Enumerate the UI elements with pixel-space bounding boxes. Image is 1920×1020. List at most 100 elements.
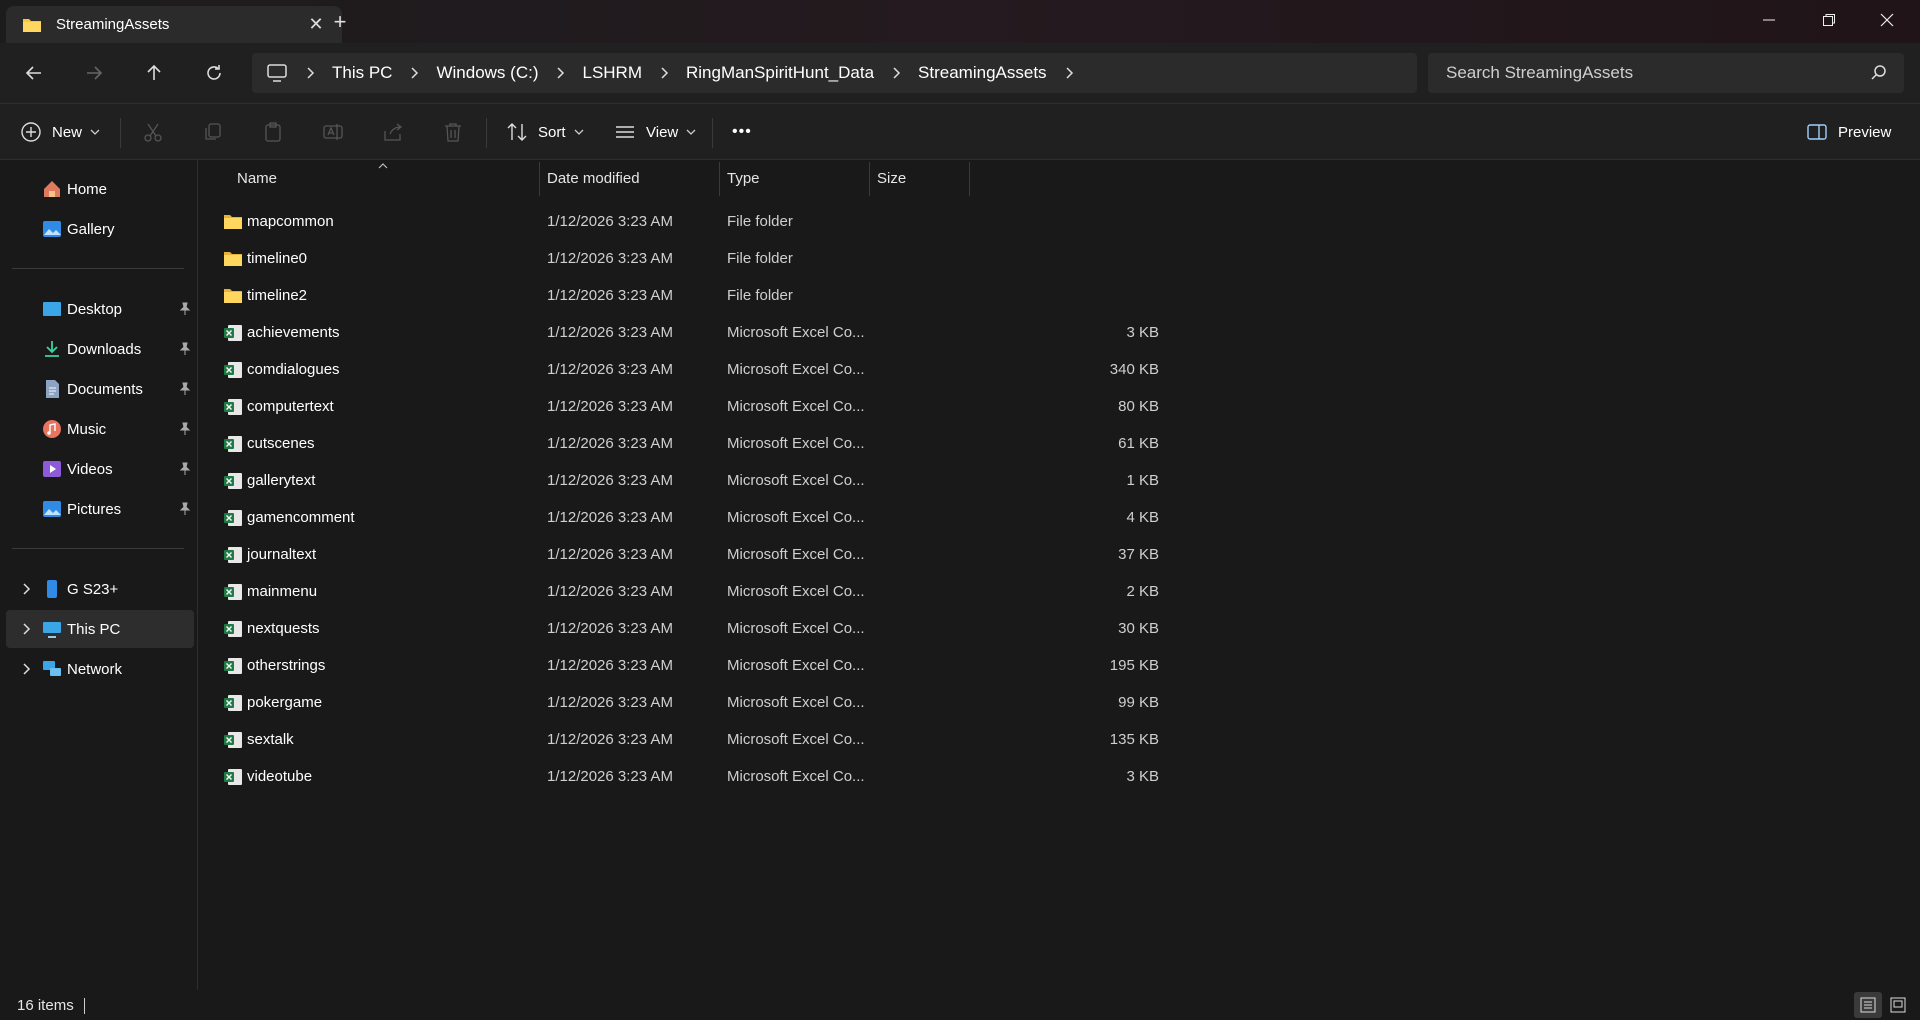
cut-button[interactable] — [142, 114, 164, 150]
divider — [12, 268, 184, 269]
more-options-button[interactable]: ••• — [732, 114, 752, 150]
file-size: 135 KB — [1109, 731, 1159, 748]
tab-streamingassets[interactable]: StreamingAssets ✕ — [6, 6, 342, 43]
file-name: cutscenes — [247, 435, 315, 452]
chevron-right-icon[interactable] — [20, 663, 32, 675]
sidebar-label: Music — [67, 420, 107, 438]
restore-button[interactable] — [1800, 0, 1858, 40]
item-count: 16 items — [17, 997, 74, 1014]
table-row[interactable]: cutscenes 1/12/2026 3:23 AM Microsoft Exce… — [219, 425, 1169, 462]
breadcrumb-this-pc[interactable]: This PC — [332, 63, 392, 83]
chevron-right-icon[interactable] — [1061, 65, 1077, 81]
file-type: Microsoft Excel Co... — [727, 694, 865, 711]
chevron-right-icon[interactable] — [20, 583, 32, 595]
tab-title: StreamingAssets — [56, 16, 170, 33]
pin-icon[interactable] — [178, 502, 192, 516]
file-date: 1/12/2026 3:23 AM — [547, 472, 673, 489]
forward-button[interactable] — [76, 55, 112, 91]
excel-file-icon — [224, 657, 242, 674]
column-header-type[interactable]: Type — [727, 160, 760, 196]
table-row[interactable]: videotube 1/12/2026 3:23 AM Microsoft Exce… — [219, 758, 1169, 795]
table-row[interactable]: sextalk 1/12/2026 3:23 AM Microsoft Excel … — [219, 721, 1169, 758]
sidebar-item-pictures[interactable]: Pictures — [6, 490, 194, 528]
table-row[interactable]: mainmenu 1/12/2026 3:23 AM Microsoft Excel… — [219, 573, 1169, 610]
sort-button[interactable]: Sort — [506, 114, 584, 150]
sidebar-item-network[interactable]: Network — [6, 650, 194, 688]
sidebar-item-documents[interactable]: Documents — [6, 370, 194, 408]
sidebar-item-gallery[interactable]: Gallery — [6, 210, 194, 248]
sidebar-item-videos[interactable]: Videos — [6, 450, 194, 488]
table-row[interactable]: timeline2 1/12/2026 3:23 AM File folder — [219, 277, 1169, 314]
sidebar-label: Videos — [67, 460, 113, 478]
table-row[interactable]: computertext 1/12/2026 3:23 AM Microsoft E… — [219, 388, 1169, 425]
file-size: 99 KB — [1118, 694, 1159, 711]
chevron-right-icon[interactable] — [20, 623, 32, 635]
view-list-icon — [616, 126, 634, 138]
column-header-date[interactable]: Date modified — [547, 160, 640, 196]
breadcrumb-lshrm[interactable]: LSHRM — [582, 63, 642, 83]
refresh-button[interactable] — [196, 55, 232, 91]
pin-icon[interactable] — [178, 422, 192, 436]
column-divider[interactable] — [969, 162, 970, 196]
folder-icon — [23, 18, 41, 32]
address-bar[interactable]: This PC Windows (C:) LSHRM RingManSpirit… — [252, 53, 1417, 93]
view-button[interactable]: View — [614, 114, 696, 150]
new-button[interactable]: New — [20, 114, 100, 150]
share-button[interactable] — [382, 114, 404, 150]
table-row[interactable]: pokergame 1/12/2026 3:23 AM Microsoft Exce… — [219, 684, 1169, 721]
file-size: 195 KB — [1109, 657, 1159, 674]
sidebar-item-downloads[interactable]: Downloads — [6, 330, 194, 368]
search-input[interactable]: Search StreamingAssets — [1428, 53, 1904, 93]
pin-icon[interactable] — [178, 462, 192, 476]
rename-button[interactable] — [322, 114, 344, 150]
column-divider[interactable] — [869, 162, 870, 196]
details-view-button[interactable] — [1854, 992, 1882, 1018]
breadcrumb-ringmanspirithunt-data[interactable]: RingManSpiritHunt_Data — [686, 63, 874, 83]
sidebar-item-phone[interactable]: G S23+ — [6, 570, 194, 608]
pin-icon[interactable] — [178, 342, 192, 356]
file-date: 1/12/2026 3:23 AM — [547, 287, 673, 304]
column-header-name[interactable]: Name — [237, 160, 277, 196]
paste-button[interactable] — [262, 114, 284, 150]
column-header-size[interactable]: Size — [877, 160, 906, 196]
sidebar-item-this-pc[interactable]: This PC — [6, 610, 194, 648]
back-button[interactable] — [16, 55, 52, 91]
table-row[interactable]: otherstrings 1/12/2026 3:23 AM Microsoft E… — [219, 647, 1169, 684]
file-name: gamencomment — [247, 509, 355, 526]
sidebar-item-desktop[interactable]: Desktop — [6, 290, 194, 328]
file-date: 1/12/2026 3:23 AM — [547, 768, 673, 785]
breadcrumb-streamingassets[interactable]: StreamingAssets — [918, 63, 1047, 83]
chevron-right-icon — [302, 65, 318, 81]
divider — [84, 998, 85, 1014]
file-date: 1/12/2026 3:23 AM — [547, 213, 673, 230]
preview-button[interactable]: Preview — [1806, 114, 1891, 150]
new-tab-button[interactable]: + — [328, 10, 352, 34]
close-tab-button[interactable]: ✕ — [306, 14, 326, 35]
sidebar-item-home[interactable]: Home — [6, 170, 194, 208]
copy-button[interactable] — [202, 114, 224, 150]
chevron-down-icon — [686, 129, 696, 135]
sidebar-item-music[interactable]: Music — [6, 410, 194, 448]
close-window-button[interactable] — [1858, 0, 1916, 40]
column-divider[interactable] — [539, 162, 540, 196]
pin-icon[interactable] — [178, 382, 192, 396]
table-row[interactable]: mapcommon 1/12/2026 3:23 AM File folder — [219, 203, 1169, 240]
pin-icon[interactable] — [178, 302, 192, 316]
file-list: Name Date modified Type Size mapcommon 1/… — [199, 160, 1920, 990]
divider — [486, 118, 487, 148]
table-row[interactable]: timeline0 1/12/2026 3:23 AM File folder — [219, 240, 1169, 277]
table-row[interactable]: comdialogues 1/12/2026 3:23 AM Microsoft E… — [219, 351, 1169, 388]
divider — [120, 118, 121, 148]
minimize-button[interactable] — [1740, 0, 1798, 40]
table-row[interactable]: gamencomment 1/12/2026 3:23 AM Microsoft E… — [219, 499, 1169, 536]
breadcrumb-windows-c[interactable]: Windows (C:) — [436, 63, 538, 83]
table-row[interactable]: journaltext 1/12/2026 3:23 AM Microsoft Ex… — [219, 536, 1169, 573]
tiles-view-button[interactable] — [1884, 992, 1912, 1018]
up-button[interactable] — [136, 55, 172, 91]
delete-button[interactable] — [442, 114, 464, 150]
column-divider[interactable] — [719, 162, 720, 196]
table-row[interactable]: nextquests 1/12/2026 3:23 AM Microsoft Exc… — [219, 610, 1169, 647]
table-row[interactable]: achievements 1/12/2026 3:23 AM Microsoft E… — [219, 314, 1169, 351]
phone-icon — [47, 580, 57, 598]
table-row[interactable]: gallerytext 1/12/2026 3:23 AM Microsoft Ex… — [219, 462, 1169, 499]
